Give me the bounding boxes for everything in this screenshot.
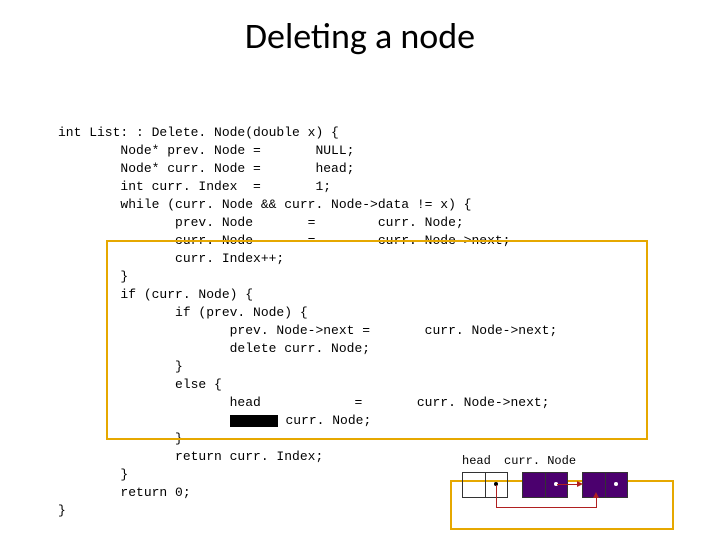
code-line: while (curr. Node && curr. Node->data !=…: [58, 197, 471, 212]
code-line: return 0;: [58, 485, 191, 500]
redacted-text: [230, 415, 278, 427]
code-line: delete curr. Node;: [58, 341, 370, 356]
code-line: curr. Node = curr. Node->next;: [58, 233, 510, 248]
diagram-label-head: head: [462, 454, 491, 468]
code-line: Node* curr. Node = head;: [58, 161, 354, 176]
code-line: }: [58, 431, 183, 446]
code-line: int curr. Index = 1;: [58, 179, 331, 194]
arrow: [596, 497, 597, 508]
code-line: head = curr. Node->next;: [58, 395, 549, 410]
code-line: }: [58, 269, 128, 284]
code-line: curr. Node;: [58, 413, 371, 428]
diagram-node: [582, 472, 628, 498]
arrow-head-icon: [577, 481, 583, 487]
arrow: [496, 485, 497, 507]
arrow-head-icon: [593, 492, 599, 498]
linked-list-diagram: head curr. Node: [462, 454, 692, 512]
diagram-node: [522, 472, 568, 498]
code-line: return curr. Index;: [58, 449, 323, 464]
slide-title: Deleting a node: [0, 14, 720, 58]
code-line: }: [58, 503, 66, 518]
code-line: Node* prev. Node = NULL;: [58, 143, 354, 158]
code-line: prev. Node = curr. Node;: [58, 215, 464, 230]
arrow: [496, 507, 596, 508]
arrow: [557, 484, 579, 485]
code-line: else {: [58, 377, 222, 392]
code-line: if (curr. Node) {: [58, 287, 253, 302]
code-line: }: [58, 467, 128, 482]
pointer-dot: [614, 482, 618, 486]
code-line: if (prev. Node) {: [58, 305, 308, 320]
diagram-head-box: [462, 472, 508, 498]
code-line: int List: : Delete. Node(double x) {: [58, 125, 339, 140]
code-line: }: [58, 359, 183, 374]
code-line: prev. Node->next = curr. Node->next;: [58, 323, 557, 338]
code-line: curr. Index++;: [58, 251, 284, 266]
diagram-label-curr: curr. Node: [504, 454, 576, 468]
